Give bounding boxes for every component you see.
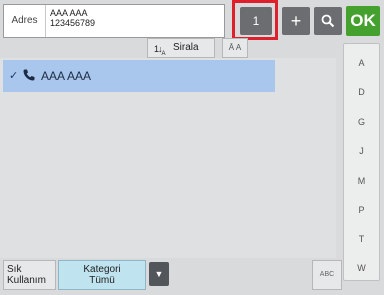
index-letter-t[interactable]: T [344, 234, 379, 244]
index-letter-m[interactable]: M [344, 176, 379, 186]
index-letter-p[interactable]: P [344, 205, 379, 215]
search-button[interactable] [314, 7, 342, 35]
address-number: 123456789 [50, 18, 96, 28]
address-field[interactable]: Adres AAA AAA 123456789 [3, 4, 225, 38]
index-letter-a[interactable]: A [344, 58, 379, 68]
ok-button[interactable]: OK [346, 6, 380, 36]
frequent-label-line1: Sık [7, 264, 22, 275]
frequent-label-line2: Kullanım [7, 275, 46, 286]
address-list: ✓ AAA AAA [0, 58, 336, 258]
phone-icon [23, 69, 35, 81]
abc-button[interactable]: ABC [312, 260, 342, 290]
frequent-use-button[interactable]: Sık Kullanım [3, 260, 56, 290]
check-icon: ✓ [9, 70, 19, 82]
address-book-screen: Adres AAA AAA 123456789 1 + OK 1↓A Siral… [0, 0, 384, 295]
index-letter-g[interactable]: G [344, 117, 379, 127]
address-label: Adres [4, 5, 46, 37]
display-toggle-button[interactable]: Ā A [222, 38, 248, 58]
sort-button[interactable]: 1↓A Sirala [147, 38, 215, 58]
alphabet-index: A D G J M P T W [343, 43, 380, 281]
address-name: AAA AAA [50, 8, 88, 18]
add-button[interactable]: + [282, 7, 310, 35]
list-item[interactable]: ✓ AAA AAA [3, 60, 275, 92]
top-bar: Adres AAA AAA 123456789 1 + OK [0, 0, 384, 40]
search-icon [321, 14, 335, 28]
category-dropdown-button[interactable]: ▼ [149, 262, 169, 286]
category-label: Kategori [83, 264, 121, 275]
index-letter-d[interactable]: D [344, 87, 379, 97]
bottom-bar: Sık Kullanım Kategori Tümü ▼ ABC [0, 258, 384, 295]
chevron-down-icon: ▼ [154, 269, 164, 279]
plus-icon: + [290, 11, 302, 31]
category-button[interactable]: Kategori Tümü [58, 260, 146, 290]
destination-count-button[interactable]: 1 [240, 7, 272, 35]
index-letter-j[interactable]: J [344, 146, 379, 156]
category-value: Tümü [89, 275, 115, 286]
address-value: AAA AAA 123456789 [50, 8, 95, 28]
sort-label: Sirala [173, 42, 199, 53]
contact-name: AAA AAA [41, 69, 92, 83]
